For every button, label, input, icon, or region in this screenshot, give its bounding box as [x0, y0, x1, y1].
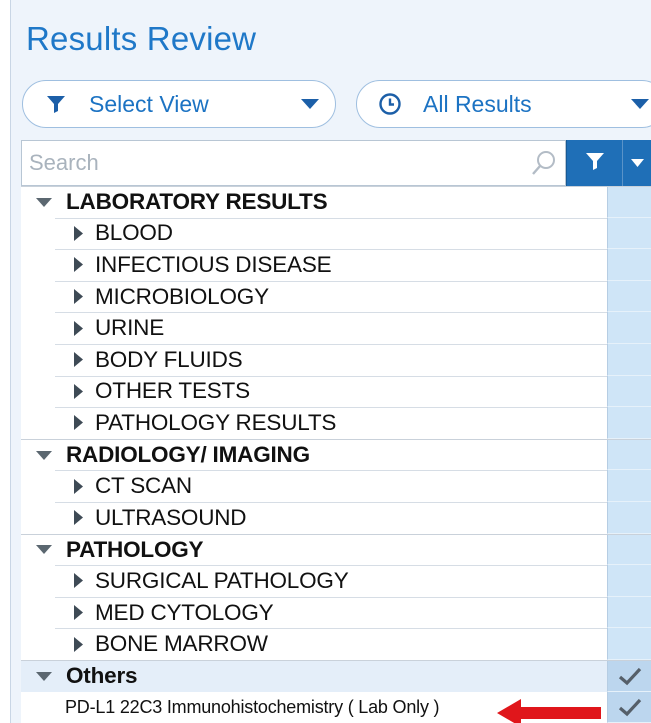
- page-title: Results Review: [26, 20, 257, 57]
- panel-border: [10, 0, 11, 723]
- tree-item-infectious-disease[interactable]: INFECTIOUS DISEASE: [21, 249, 651, 281]
- tree-category-label: Others: [66, 663, 138, 689]
- selection-column-cell[interactable]: [607, 249, 651, 281]
- all-results-button[interactable]: All Results: [356, 80, 651, 128]
- selection-column-cell[interactable]: [607, 596, 651, 629]
- caret-right-icon[interactable]: [21, 289, 95, 305]
- filter-button[interactable]: [566, 140, 622, 186]
- caret-right-icon[interactable]: [21, 225, 95, 241]
- tree-category-others[interactable]: Others: [21, 659, 651, 692]
- caret-right-icon[interactable]: [21, 605, 95, 621]
- search-placeholder: Search: [29, 150, 99, 175]
- caret-down-icon[interactable]: [21, 450, 66, 460]
- tree-item-label: ULTRASOUND: [95, 504, 247, 530]
- results-tree: LABORATORY RESULTS BLOOD INFECTIOUS DISE…: [21, 186, 651, 723]
- tree-category-label: PATHOLOGY: [66, 536, 204, 562]
- selection-column-cell[interactable]: [607, 187, 651, 218]
- tree-item-label: MICROBIOLOGY: [95, 283, 269, 309]
- caret-right-icon[interactable]: [21, 478, 95, 494]
- tree-item-bone-marrow[interactable]: BONE MARROW: [21, 628, 651, 660]
- tree-item-label: INFECTIOUS DISEASE: [95, 251, 332, 277]
- chevron-down-icon: [630, 154, 644, 172]
- tree-category-label: RADIOLOGY/ IMAGING: [66, 442, 310, 468]
- selection-column-cell[interactable]: [607, 217, 651, 250]
- tree-item-other-tests[interactable]: OTHER TESTS: [21, 375, 651, 408]
- tree-item-label: PATHOLOGY RESULTS: [95, 409, 337, 435]
- selection-column-cell[interactable]: [607, 565, 651, 597]
- selection-column-cell[interactable]: [607, 534, 651, 566]
- tree-item-label: BLOOD: [95, 220, 173, 246]
- all-results-label: All Results: [423, 90, 532, 117]
- caret-right-icon[interactable]: [21, 573, 95, 589]
- red-arrow-icon: [497, 698, 603, 723]
- selection-column-cell[interactable]: [607, 280, 651, 313]
- caret-right-icon[interactable]: [21, 383, 95, 399]
- filter-dropdown-button[interactable]: [622, 140, 651, 186]
- tree-item-ct-scan[interactable]: CT SCAN: [21, 470, 651, 502]
- tree-category-pathology[interactable]: PATHOLOGY: [21, 533, 651, 566]
- tree-item-label: BONE MARROW: [95, 631, 268, 657]
- tree-item-blood[interactable]: BLOOD: [21, 217, 651, 250]
- filter-icon: [584, 150, 606, 177]
- caret-down-icon[interactable]: [21, 197, 66, 207]
- results-review-panel: Results Review Select View All Results S…: [0, 0, 651, 723]
- chevron-down-icon: [285, 99, 335, 109]
- select-view-button[interactable]: Select View: [22, 80, 336, 128]
- tree-item-microbiology[interactable]: MICROBIOLOGY: [21, 280, 651, 313]
- selection-column-cell[interactable]: [607, 375, 651, 408]
- selection-column-cell[interactable]: [607, 312, 651, 344]
- selection-column-cell[interactable]: [607, 407, 651, 439]
- chevron-down-icon: [615, 99, 651, 109]
- caret-down-icon[interactable]: [21, 545, 66, 555]
- caret-right-icon[interactable]: [21, 415, 95, 431]
- tree-category-radiology-imaging[interactable]: RADIOLOGY/ IMAGING: [21, 438, 651, 471]
- tree-item-ultrasound[interactable]: ULTRASOUND: [21, 501, 651, 534]
- tree-category-label: LABORATORY RESULTS: [66, 189, 328, 215]
- tree-item-label: BODY FLUIDS: [95, 346, 243, 372]
- tree-item-body-fluids[interactable]: BODY FLUIDS: [21, 343, 651, 376]
- tree-item-label: SURGICAL PATHOLOGY: [95, 567, 349, 593]
- caret-down-icon[interactable]: [21, 671, 66, 681]
- search-input[interactable]: Search: [21, 140, 566, 186]
- tree-item-pathology-results[interactable]: PATHOLOGY RESULTS: [21, 407, 651, 439]
- selection-column-cell[interactable]: [607, 470, 651, 502]
- tree-item-label: PD-L1 22C3 Immunohistochemistry ( Lab On…: [65, 696, 440, 717]
- clock-icon: [357, 92, 423, 116]
- checkmark-icon[interactable]: [607, 660, 651, 692]
- select-view-label: Select View: [89, 90, 209, 117]
- checkmark-icon[interactable]: [607, 691, 651, 723]
- selection-column-cell[interactable]: [607, 628, 651, 660]
- caret-right-icon[interactable]: [21, 636, 95, 652]
- tree-item-label: URINE: [95, 315, 165, 341]
- tree-item-med-cytology[interactable]: MED CYTOLOGY: [21, 596, 651, 629]
- filter-icon: [23, 93, 89, 115]
- caret-right-icon[interactable]: [21, 352, 95, 368]
- caret-right-icon[interactable]: [21, 320, 95, 336]
- caret-right-icon[interactable]: [21, 257, 95, 273]
- caret-right-icon[interactable]: [21, 510, 95, 526]
- tree-item-surgical-pathology[interactable]: SURGICAL PATHOLOGY: [21, 565, 651, 597]
- tree-item-label: OTHER TESTS: [95, 378, 250, 404]
- search-icon[interactable]: [531, 150, 557, 182]
- selection-column-cell[interactable]: [607, 501, 651, 534]
- selection-column-cell[interactable]: [607, 439, 651, 471]
- tree-item-pd-l1[interactable]: PD-L1 22C3 Immunohistochemistry ( Lab On…: [21, 691, 651, 723]
- tree-item-label: CT SCAN: [95, 473, 192, 499]
- tree-item-label: MED CYTOLOGY: [95, 599, 274, 625]
- search-bar: Search: [21, 140, 651, 186]
- tree-category-laboratory-results[interactable]: LABORATORY RESULTS: [21, 186, 651, 218]
- selection-column-cell[interactable]: [607, 343, 651, 376]
- tree-item-urine[interactable]: URINE: [21, 312, 651, 344]
